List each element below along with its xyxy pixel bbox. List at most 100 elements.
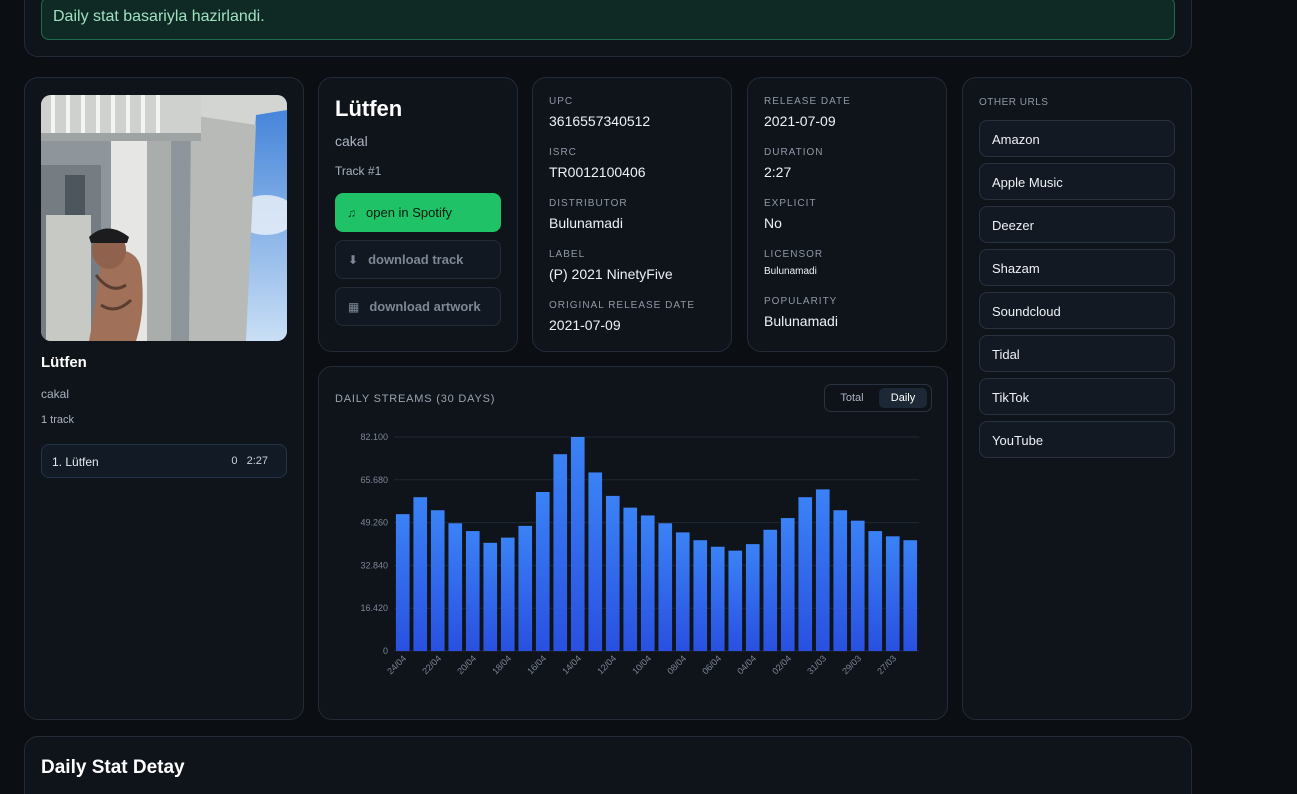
chart-bar[interactable] bbox=[448, 523, 463, 651]
meta-value: Bulunamadi bbox=[764, 313, 838, 329]
chart-bar[interactable] bbox=[605, 495, 620, 651]
x-tick-label: 04/04 bbox=[735, 653, 758, 676]
x-tick-label: 06/04 bbox=[700, 653, 723, 676]
url-button-shazam[interactable]: Shazam bbox=[979, 249, 1175, 286]
meta-label: POPULARITY bbox=[764, 296, 838, 307]
chart-bar[interactable] bbox=[693, 540, 708, 651]
daily-stat-detail-panel: Daily Stat Detay bbox=[24, 736, 1192, 794]
meta-popularity: POPULARITY Bulunamadi bbox=[764, 296, 838, 329]
x-tick-label: 10/04 bbox=[630, 653, 653, 676]
album-title: Lütfen bbox=[41, 354, 87, 371]
meta-original-release-date: ORIGINAL RELEASE DATE 2021-07-09 bbox=[549, 300, 695, 333]
album-artist: cakal bbox=[41, 387, 70, 401]
meta-release-date: RELEASE DATE 2021-07-09 bbox=[764, 96, 851, 129]
y-tick-label: 82.100 bbox=[360, 432, 388, 442]
chart-bar[interactable] bbox=[658, 523, 673, 651]
chart-bar[interactable] bbox=[588, 472, 603, 651]
daily-streams-chart: 0 16.420 32.840 49.260 65.680 82.100 24/04 22/0… bbox=[360, 432, 919, 676]
meta-label: DISTRIBUTOR bbox=[549, 198, 628, 209]
music-note-icon: ♫ bbox=[347, 205, 356, 220]
x-tick-label: 12/04 bbox=[595, 653, 618, 676]
url-button-deezer[interactable]: Deezer bbox=[979, 206, 1175, 243]
x-tick-label: 22/04 bbox=[420, 653, 443, 676]
y-tick-label: 32.840 bbox=[360, 560, 388, 570]
meta-label: LICENSOR bbox=[764, 249, 824, 260]
download-track-button[interactable]: ⬇ download track bbox=[335, 240, 501, 279]
chart-bar[interactable] bbox=[885, 536, 900, 651]
chart-bar[interactable] bbox=[833, 510, 848, 651]
track-list-label: 1. Lütfen bbox=[52, 455, 99, 469]
meta-label: LABEL bbox=[549, 249, 586, 260]
meta-label-field: LABEL (P) 2021 NinetyFive bbox=[549, 249, 673, 282]
meta-explicit: EXPLICIT No bbox=[764, 198, 816, 231]
track-title: Lütfen bbox=[335, 96, 403, 121]
x-tick-label: 16/04 bbox=[525, 653, 548, 676]
x-tick-label: 27/03 bbox=[875, 653, 898, 676]
x-tick-label: 29/03 bbox=[840, 653, 863, 676]
album-cover-image bbox=[41, 95, 287, 341]
open-spotify-button[interactable]: ♫ open in Spotify bbox=[335, 193, 501, 232]
chart-bar[interactable] bbox=[675, 532, 690, 651]
chart-bar[interactable] bbox=[798, 497, 813, 651]
chart-bar[interactable] bbox=[500, 537, 515, 651]
y-tick-label: 65.680 bbox=[360, 475, 388, 485]
notification-panel: Daily stat basariyla hazirlandi. bbox=[24, 0, 1192, 57]
meta-label: RELEASE DATE bbox=[764, 96, 851, 107]
y-tick-label: 0 bbox=[383, 646, 388, 656]
chart-bar[interactable] bbox=[570, 437, 585, 651]
chart-bar[interactable] bbox=[815, 489, 830, 651]
meta-upc: UPC 3616557340512 bbox=[549, 96, 650, 129]
chart-bar[interactable] bbox=[430, 510, 445, 651]
chart-bar[interactable] bbox=[850, 520, 865, 651]
chart-bar[interactable] bbox=[745, 544, 760, 651]
chart-bar[interactable] bbox=[868, 531, 883, 651]
track-panel: Lütfen cakal Track #1 ♫ open in Spotify … bbox=[318, 77, 518, 352]
url-button-tidal[interactable]: Tidal bbox=[979, 335, 1175, 372]
chart-bar[interactable] bbox=[728, 550, 743, 651]
daily-streams-panel: DAILY STREAMS (30 DAYS) Total Daily 0 16.… bbox=[318, 366, 948, 720]
chart-bar[interactable] bbox=[780, 518, 795, 651]
other-urls-panel: OTHER URLS Amazon Apple Music Deezer Sha… bbox=[962, 77, 1192, 720]
chart-bar[interactable] bbox=[483, 542, 498, 651]
meta-value: 2021-07-09 bbox=[549, 317, 621, 333]
meta-value: 3616557340512 bbox=[549, 113, 651, 129]
meta-label: UPC bbox=[549, 96, 574, 107]
chart-bar[interactable] bbox=[535, 492, 550, 651]
chart-bar[interactable] bbox=[413, 497, 428, 651]
chart-bar[interactable] bbox=[763, 529, 778, 651]
x-tick-label: 18/04 bbox=[490, 653, 513, 676]
chart-bar[interactable] bbox=[395, 514, 410, 651]
chart-bar[interactable] bbox=[903, 540, 918, 651]
url-button-youtube[interactable]: YouTube bbox=[979, 421, 1175, 458]
other-urls-heading: OTHER URLS bbox=[979, 97, 1049, 108]
meta-value: (P) 2021 NinetyFive bbox=[549, 266, 673, 282]
download-track-label: download track bbox=[368, 252, 464, 267]
meta-label: ORIGINAL RELEASE DATE bbox=[549, 300, 696, 311]
download-artwork-label: download artwork bbox=[369, 299, 481, 314]
chart-bar[interactable] bbox=[623, 507, 638, 651]
track-number: Track #1 bbox=[335, 164, 382, 178]
chart-bar[interactable] bbox=[640, 515, 655, 651]
meta-label: EXPLICIT bbox=[764, 198, 817, 209]
chart-bar[interactable] bbox=[553, 454, 568, 651]
chart-bar[interactable] bbox=[710, 546, 725, 651]
chart-bar[interactable] bbox=[465, 531, 480, 651]
meta-value: 2021-07-09 bbox=[764, 113, 836, 129]
open-spotify-label: open in Spotify bbox=[366, 205, 453, 220]
meta-distributor: DISTRIBUTOR Bulunamadi bbox=[549, 198, 628, 231]
meta-label: DURATION bbox=[764, 147, 824, 158]
x-tick-label: 20/04 bbox=[455, 653, 478, 676]
meta-value: Bulunamadi bbox=[764, 266, 817, 277]
download-artwork-button[interactable]: ▦ download artwork bbox=[335, 287, 501, 326]
album-track-count: 1 track bbox=[41, 414, 75, 426]
meta-value: TR0012100406 bbox=[549, 164, 646, 180]
meta-isrc: ISRC TR0012100406 bbox=[549, 147, 646, 180]
track-list-item[interactable]: 1. Lütfen 0 2:27 bbox=[41, 444, 287, 478]
url-button-tiktok[interactable]: TikTok bbox=[979, 378, 1175, 415]
chart-bar[interactable] bbox=[518, 525, 533, 651]
url-button-apple-music[interactable]: Apple Music bbox=[979, 163, 1175, 200]
meta-duration: DURATION 2:27 bbox=[764, 147, 823, 180]
url-button-amazon[interactable]: Amazon bbox=[979, 120, 1175, 157]
y-tick-label: 49.260 bbox=[360, 518, 388, 528]
url-button-soundcloud[interactable]: Soundcloud bbox=[979, 292, 1175, 329]
